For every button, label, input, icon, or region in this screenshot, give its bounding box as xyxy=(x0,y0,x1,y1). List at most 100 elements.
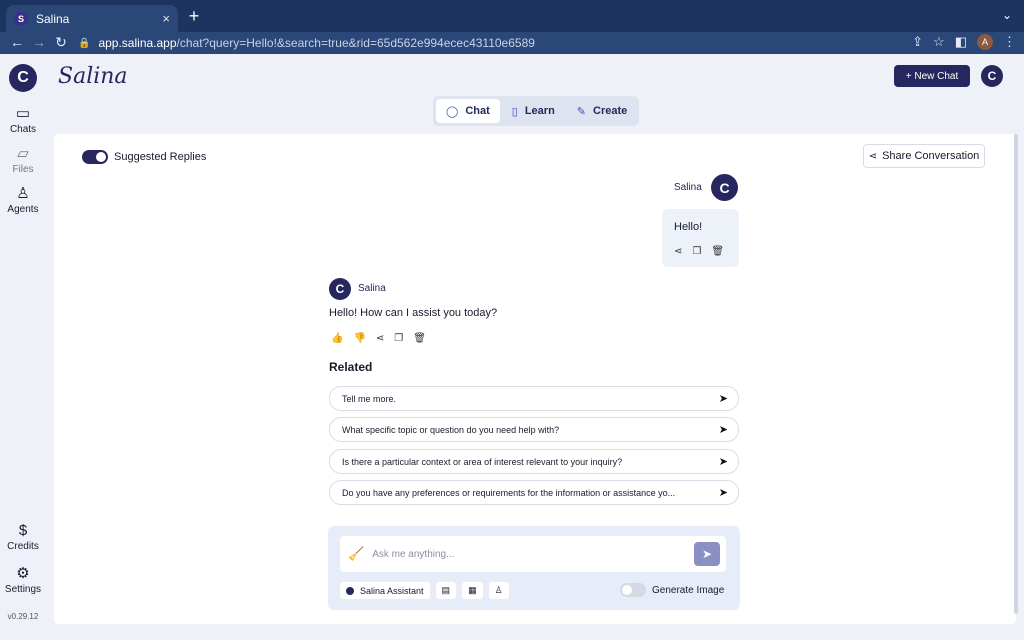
sidebar-item-label: Credits xyxy=(7,541,39,552)
share-icon[interactable]: ⋖ xyxy=(376,333,384,344)
share-page-icon[interactable]: ⇪ xyxy=(912,34,923,50)
share-icon: ⋖ xyxy=(868,150,878,162)
tab-learn[interactable]: ▯ Learn xyxy=(502,99,565,123)
tab-chat[interactable]: ◯ Chat xyxy=(436,99,500,123)
gear-icon: ⚙ xyxy=(16,565,30,582)
app-header: Salina + New Chat C ◯ Chat ▯ Learn ✎ Cre… xyxy=(46,54,1024,134)
message-input[interactable] xyxy=(372,548,694,560)
sidebar-item-label: Chats xyxy=(9,124,37,135)
tab-label: Chat xyxy=(465,105,490,117)
new-tab-button[interactable]: + xyxy=(184,6,204,27)
related-heading: Related xyxy=(329,360,373,374)
sidebar-item-settings[interactable]: ⚙ Settings xyxy=(0,564,46,595)
url-field[interactable]: 🔒 app.salina.app /chat?query=Hello!&sear… xyxy=(78,33,948,53)
chat-bubble-icon: ▭ xyxy=(15,105,31,122)
related-item[interactable]: What specific topic or question do you n… xyxy=(329,417,739,442)
page-scrollbar[interactable] xyxy=(1014,134,1018,614)
attach-video-button[interactable]: ▦ xyxy=(462,582,483,599)
browser-menu-icon[interactable]: ⋮ xyxy=(1003,34,1016,50)
reload-icon[interactable]: ↻ xyxy=(50,34,72,51)
side-panel-icon[interactable]: ◧ xyxy=(955,34,967,50)
film-icon: ▦ xyxy=(468,585,477,595)
related-item-text: Is there a particular context or area of… xyxy=(342,456,623,467)
address-bar-actions: ⇪ ☆ ◧ A ⋮ xyxy=(912,34,1016,50)
related-item[interactable]: Tell me more. ➤ xyxy=(329,386,739,411)
user-message-avatar: C xyxy=(711,174,738,201)
tab-create[interactable]: ✎ Create xyxy=(567,99,637,123)
message-composer: 🧹 ➤ Salina Assistant ▤ ▦ ♙ Generate Imag… xyxy=(328,526,740,610)
sidebar-item-label: Agents xyxy=(7,204,39,215)
browser-tab-bar: S Salina × + ⌄ xyxy=(0,0,1024,32)
share-conversation-button[interactable]: ⋖ Share Conversation xyxy=(863,144,985,168)
generate-image-toggle[interactable] xyxy=(620,583,646,597)
trash-icon[interactable]: 🗑 xyxy=(711,246,724,257)
bot-avatar: C xyxy=(329,278,351,300)
chat-icon: ◯ xyxy=(446,105,459,118)
send-arrow-icon: ➤ xyxy=(718,424,728,436)
suggested-replies-label: Suggested Replies xyxy=(114,151,207,163)
favicon-icon: S xyxy=(14,11,28,26)
related-item[interactable]: Is there a particular context or area of… xyxy=(329,449,739,474)
sidebar-item-chats[interactable]: ▭ Chats xyxy=(0,104,46,135)
sidebar-item-label: Settings xyxy=(4,584,42,595)
mode-switcher: ◯ Chat ▯ Learn ✎ Create xyxy=(433,96,639,126)
related-item-text: What specific topic or question do you n… xyxy=(342,424,560,435)
back-arrow-icon[interactable]: ← xyxy=(6,34,28,50)
assistant-selector-label: Salina Assistant xyxy=(360,585,424,596)
user-message-name: Salina xyxy=(674,182,702,193)
related-item-text: Tell me more. xyxy=(342,393,397,404)
send-arrow-icon: ➤ xyxy=(718,393,728,405)
composer-tools: Salina Assistant ▤ ▦ ♙ xyxy=(340,582,509,599)
sidebar-item-credits[interactable]: $ Credits xyxy=(0,522,46,552)
composer-input-box: 🧹 ➤ xyxy=(340,536,726,572)
user-message-actions: ⋖ ❐ 🗑 xyxy=(674,246,724,257)
sidebar-item-files[interactable]: ▱ Files xyxy=(0,144,46,175)
thumbs-down-icon[interactable]: 👎 xyxy=(353,333,365,344)
folder-icon: ▱ xyxy=(17,145,29,162)
url-path: /chat?query=Hello!&search=true&rid=65d56… xyxy=(176,36,535,50)
broom-icon[interactable]: 🧹 xyxy=(348,546,364,562)
wand-icon: ✎ xyxy=(576,105,587,118)
url-host: app.salina.app xyxy=(98,36,177,50)
lock-icon: 🔒 xyxy=(78,37,91,49)
app-version: v0.29.12 xyxy=(7,612,39,621)
tab-close-icon[interactable]: × xyxy=(162,11,170,26)
thumbs-up-icon[interactable]: 👍 xyxy=(331,333,343,344)
trash-icon[interactable]: 🗑 xyxy=(413,333,426,344)
bot-name: Salina xyxy=(358,283,386,294)
send-button[interactable]: ➤ xyxy=(694,542,720,566)
related-item[interactable]: Do you have any preferences or requireme… xyxy=(329,480,739,505)
sidebar: C ▭ Chats ▱ Files ♙ Agents $ Credits ⚙ S… xyxy=(0,54,46,640)
attach-document-button[interactable]: ▤ xyxy=(435,582,457,599)
brand-wordmark: Salina xyxy=(58,64,128,89)
user-message-bubble: Hello! ⋖ ❐ 🗑 xyxy=(662,209,739,267)
tab-title: Salina xyxy=(36,11,70,26)
bookmark-star-icon[interactable]: ☆ xyxy=(933,34,945,50)
bot-message-text: Hello! How can I assist you today? xyxy=(329,307,498,319)
share-icon[interactable]: ⋖ xyxy=(674,246,682,257)
share-conversation-label: Share Conversation xyxy=(882,150,980,162)
forward-arrow-icon[interactable]: → xyxy=(28,34,50,50)
user-avatar[interactable]: C xyxy=(981,65,1003,87)
app-logo[interactable]: C xyxy=(9,64,37,92)
copy-icon[interactable]: ❐ xyxy=(692,246,701,257)
browser-tab[interactable]: S Salina × xyxy=(6,5,178,32)
book-icon: ▯ xyxy=(511,105,518,118)
select-agent-button[interactable]: ♙ xyxy=(488,582,509,599)
sidebar-item-agents[interactable]: ♙ Agents xyxy=(0,184,46,215)
related-item-text: Do you have any preferences or requireme… xyxy=(342,487,676,498)
chat-panel: Suggested Replies ⋖ Share Conversation S… xyxy=(54,134,1016,624)
tab-dropdown-icon[interactable]: ⌄ xyxy=(1002,8,1012,22)
send-arrow-icon: ➤ xyxy=(718,487,728,499)
dollar-circle-icon: $ xyxy=(18,522,28,539)
assistant-selector[interactable]: Salina Assistant xyxy=(340,582,430,599)
user-message-text: Hello! xyxy=(674,221,703,233)
copy-icon[interactable]: ❐ xyxy=(394,333,403,344)
suggested-replies-toggle[interactable] xyxy=(82,150,108,164)
app-root: C ▭ Chats ▱ Files ♙ Agents $ Credits ⚙ S… xyxy=(0,54,1024,640)
tab-label: Create xyxy=(593,105,628,117)
profile-avatar[interactable]: A xyxy=(977,34,993,50)
generate-image-row: Generate Image xyxy=(620,583,724,597)
tab-label: Learn xyxy=(524,105,555,117)
new-chat-button[interactable]: + New Chat xyxy=(894,65,970,87)
